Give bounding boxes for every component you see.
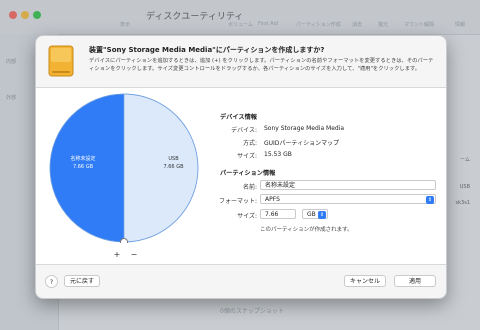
name-label: 名前: (242, 184, 257, 191)
updown-chevron-icon: ⇕ (318, 211, 326, 219)
size-unit-value: GB (307, 211, 316, 218)
pie-label-usb: USB 7.66 GB (151, 155, 196, 171)
pie-label-usb-size: 7.66 GB (163, 164, 184, 170)
pie-label-untitled-size: 7.66 GB (72, 164, 94, 170)
dialog-title: 装置"Sony Storage Media Media"にパーティションを作成し… (89, 46, 325, 54)
updown-chevron-icon: ⇕ (426, 196, 434, 204)
dialog-body: 名称未設定 7.66 GB USB 7.66 GB + − デバイス情報 デバイ… (36, 87, 446, 265)
external-drive-icon (48, 45, 74, 77)
device-label: デバイス: (231, 127, 257, 134)
revert-button[interactable]: 元に戻す (64, 275, 100, 287)
pie-label-usb-name: USB (168, 156, 179, 162)
pie-label-untitled-name: 名称未設定 (70, 156, 96, 162)
partition-size-label: サイズ: (237, 213, 257, 220)
scheme-value: GUIDパーティションマップ (264, 140, 340, 147)
format-select[interactable]: APFS ⇕ (260, 194, 436, 204)
partition-name-field[interactable]: 名称未設定 (260, 180, 436, 190)
dialog-header: 装置"Sony Storage Media Media"にパーティションを作成し… (36, 36, 446, 86)
device-value: Sony Storage Media Media (264, 125, 345, 132)
format-label: フォーマット: (218, 198, 257, 205)
add-partition-button[interactable]: + (111, 250, 123, 260)
partition-info-title: パーティション情報 (220, 170, 276, 177)
device-info-title: デバイス情報 (220, 114, 257, 121)
dialog-footer: ? 元に戻す キャンセル 適用 (36, 264, 446, 298)
scheme-label: 方式: (242, 140, 257, 147)
format-select-value: APFS (265, 196, 280, 203)
apply-button[interactable]: 適用 (394, 275, 436, 287)
remove-partition-button[interactable]: − (128, 250, 140, 260)
dialog-description: デバイスにパーティションを追加するときは、追加 (+) をクリックします。パーテ… (89, 58, 434, 72)
cancel-button[interactable]: キャンセル (344, 275, 386, 287)
pie-label-untitled: 名称未設定 7.66 GB (58, 155, 108, 171)
resize-handle[interactable] (120, 238, 128, 244)
size-unit-select[interactable]: GB ⇕ (302, 209, 328, 219)
partition-note: このパーティションが作成されます。 (260, 227, 353, 233)
device-size-label: サイズ: (237, 153, 257, 160)
device-size-value: 15.53 GB (264, 151, 292, 158)
help-button[interactable]: ? (45, 275, 58, 288)
partition-size-field[interactable]: 7.66 (260, 209, 296, 219)
partition-dialog: 装置"Sony Storage Media Media"にパーティションを作成し… (35, 35, 447, 299)
